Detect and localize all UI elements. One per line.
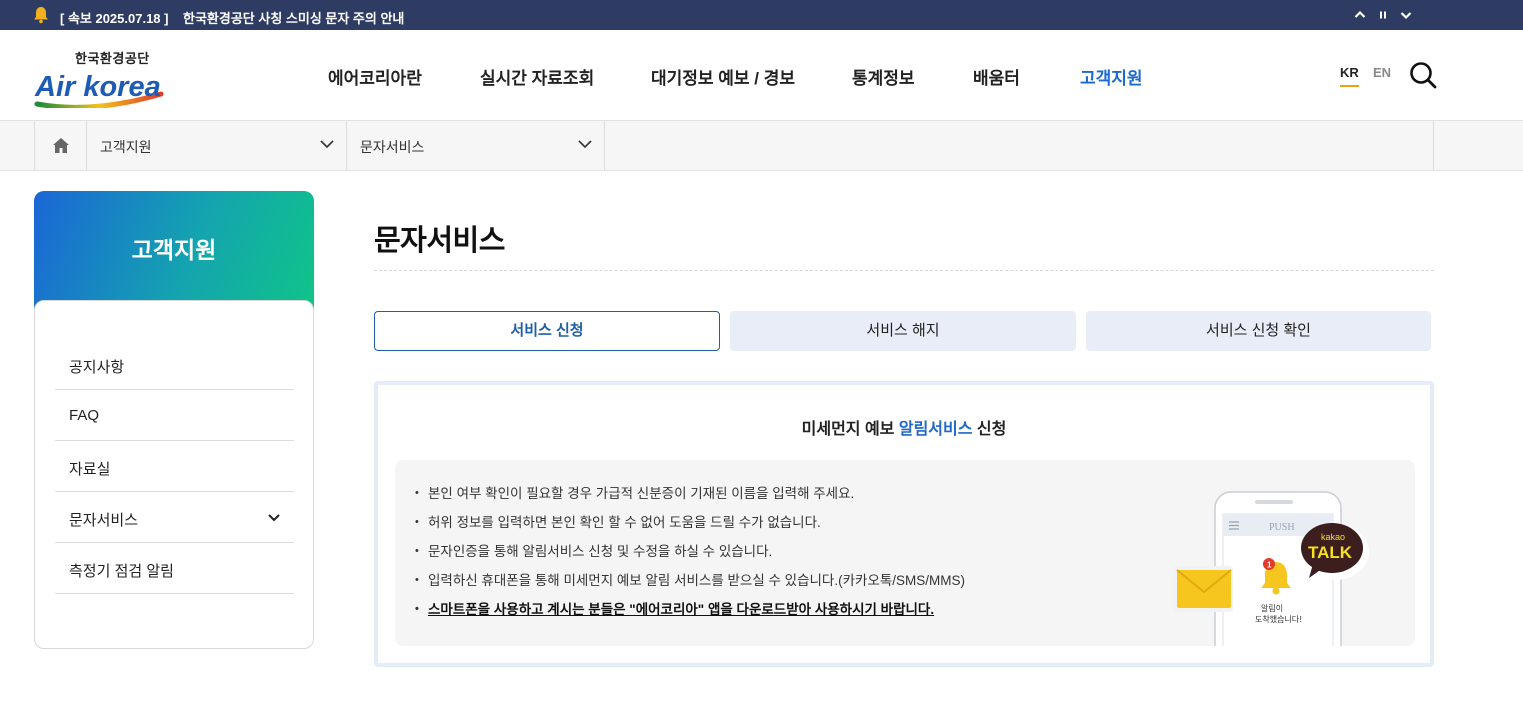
list-item: 입력하신 휴대폰을 통해 미세먼지 예보 알림 서비스를 받으실 수 있습니다.… [415, 570, 965, 600]
breadcrumb: 고객지원 문자서비스 [0, 121, 1523, 171]
tab-service-check[interactable]: 서비스 신청 확인 [1086, 311, 1431, 351]
sidebar-item-sms-service[interactable]: 문자서비스 [55, 492, 294, 543]
nav-item-statistics[interactable]: 통계정보 [852, 64, 915, 89]
sidebar-item-label: 문자서비스 [69, 512, 139, 529]
notice-list: 본인 여부 확인이 필요할 경우 가급적 신분증이 기재된 이름을 입력해 주세… [415, 483, 965, 629]
sidebar-item-label: 측정기 점검 알림 [69, 563, 174, 580]
push-label: PUSH [1269, 522, 1295, 533]
airkorea-logo[interactable]: 한국환경공단 Air korea [33, 48, 168, 108]
lang-en[interactable]: EN [1373, 65, 1391, 80]
sidebar-item-archive[interactable]: 자료실 [55, 441, 294, 492]
logo-text: Air korea [34, 71, 161, 103]
chevron-up-icon[interactable] [1353, 8, 1367, 22]
nav-item-support[interactable]: 고객지원 [1080, 64, 1143, 89]
sidebar-item-faq[interactable]: FAQ [55, 390, 294, 441]
panel-title-suffix: 신청 [972, 421, 1007, 438]
notice-line2: 도착했습니다! [1255, 614, 1302, 624]
panel-title: 미세먼지 예보 알림서비스 신청 [378, 415, 1430, 439]
list-item-app-notice: 스마트폰을 사용하고 계시는 분들은 "에어코리아" 앱을 다운로드받아 사용하… [415, 599, 965, 629]
sidebar-item-label: 자료실 [69, 461, 111, 478]
badge-count: 1 [1267, 561, 1272, 570]
bell-icon [34, 7, 48, 24]
title-divider [374, 270, 1434, 271]
nav-item-about[interactable]: 에어코리아란 [328, 64, 422, 89]
alert-message-link[interactable]: 한국환경공단 사칭 스미싱 문자 주의 안내 [183, 8, 404, 27]
list-item: 허위 정보를 입력하면 본인 확인 할 수 없어 도움을 드릴 수가 없습니다. [415, 512, 965, 542]
chevron-down-icon [268, 514, 280, 522]
search-icon[interactable] [1408, 60, 1438, 90]
sidebar-item-inspection-alert[interactable]: 측정기 점검 알림 [55, 543, 294, 594]
tab-service-cancel[interactable]: 서비스 해지 [730, 311, 1076, 351]
sidebar-item-label: 공지사항 [69, 359, 125, 376]
list-item: 본인 여부 확인이 필요할 경우 가급적 신분증이 기재된 이름을 입력해 주세… [415, 483, 965, 513]
pause-icon[interactable] [1376, 8, 1390, 22]
sidebar-header: 고객지원 [34, 191, 314, 311]
nav-item-forecast[interactable]: 대기정보 예보 / 경보 [651, 64, 795, 89]
alert-bar: [ 속보 2025.07.18 ] 한국환경공단 사칭 스미싱 문자 주의 안내 [0, 0, 1523, 30]
logo-mark: Air korea [34, 71, 164, 108]
home-icon [53, 138, 69, 153]
kakao-talk-text: TALK [1308, 543, 1353, 562]
breadcrumb-home[interactable] [34, 121, 86, 170]
page-title: 문자서비스 [374, 225, 505, 257]
notice-line1: 알림이 [1261, 603, 1283, 613]
panel-title-prefix: 미세먼지 예보 [801, 421, 899, 438]
notice-box: 본인 여부 확인이 필요할 경우 가급적 신분증이 기재된 이름을 입력해 주세… [395, 460, 1415, 646]
breadcrumb-divider [1433, 121, 1434, 170]
breadcrumb-level1-select[interactable]: 고객지원 [86, 121, 346, 170]
tab-service-apply[interactable]: 서비스 신청 [374, 311, 720, 351]
breadcrumb-level2-select[interactable]: 문자서비스 [346, 121, 605, 170]
list-item: 문자인증을 통해 알림서비스 신청 및 수정을 하실 수 있습니다. [415, 541, 965, 571]
sidebar-title: 고객지원 [131, 237, 217, 263]
phone-notification-illustration: PUSH 1 알림이 도착했습니다! kakao TALK [1173, 491, 1369, 646]
panel-title-highlight: 알림서비스 [898, 421, 973, 438]
site-header: 한국환경공단 Air korea 에어코리아란 실시간 자료조회 대기정보 예보… [0, 30, 1523, 121]
sidebar-menu: 공지사항 FAQ 자료실 문자서비스 측정기 점검 알림 [34, 300, 314, 649]
nav-item-realtime[interactable]: 실시간 자료조회 [480, 64, 594, 89]
chevron-down-icon [578, 140, 592, 149]
sidebar-item-label: FAQ [69, 407, 100, 424]
lang-kr[interactable]: KR [1340, 65, 1359, 87]
kakao-small-text: kakao [1321, 532, 1345, 542]
breadcrumb-level2-label: 문자서비스 [360, 139, 425, 155]
chevron-down-icon[interactable] [1399, 8, 1413, 22]
sidebar-item-notice[interactable]: 공지사항 [55, 339, 294, 390]
nav-item-learning[interactable]: 배움터 [973, 64, 1020, 89]
service-panel: 미세먼지 예보 알림서비스 신청 본인 여부 확인이 필요할 경우 가급적 신분… [374, 381, 1434, 667]
breadcrumb-level1-label: 고객지원 [100, 139, 152, 155]
chevron-down-icon [320, 140, 334, 149]
alert-tag: [ 속보 2025.07.18 ] [60, 11, 169, 26]
